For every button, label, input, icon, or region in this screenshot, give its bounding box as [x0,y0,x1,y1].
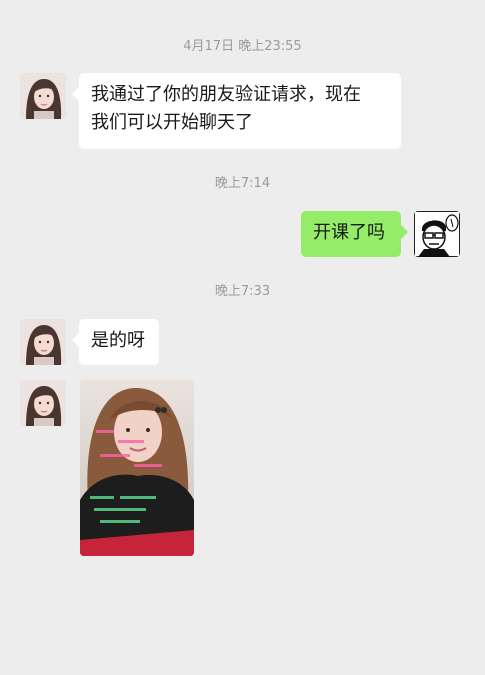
message-bubble-outgoing[interactable]: 开课了吗 [301,211,408,257]
image-message[interactable] [80,380,194,556]
contact-avatar-icon [20,73,66,119]
timestamp: 晚上7:14 [214,176,271,191]
contact-avatar[interactable] [20,380,66,426]
top-bar-fragment-icon [22,0,82,4]
message-bubble-incoming[interactable]: 我通过了你的朋友验证请求，现在 我们可以开始聊天了 [72,73,401,149]
my-avatar[interactable] [414,211,460,257]
message-text-line: 我通过了你的朋友验证请求，现在 [91,84,361,105]
my-avatar-icon [414,211,460,257]
image-message-thumbnail [80,380,194,556]
chat-window: 4月17日 晚上23:55 我通过了你的朋友验证请求，现在 我们可以开始聊天了 … [0,0,485,675]
contact-avatar[interactable] [20,319,66,365]
contact-avatar-icon [20,319,66,365]
timestamp: 晚上7:33 [214,284,271,299]
message-text: 开课了吗 [313,222,385,243]
message-text: 是的呀 [91,330,145,351]
contact-avatar-icon [20,380,66,426]
message-text-line: 我们可以开始聊天了 [91,112,253,133]
contact-avatar[interactable] [20,73,66,119]
message-bubble-incoming[interactable]: 是的呀 [72,319,159,365]
timestamp: 4月17日 晚上23:55 [183,39,302,54]
